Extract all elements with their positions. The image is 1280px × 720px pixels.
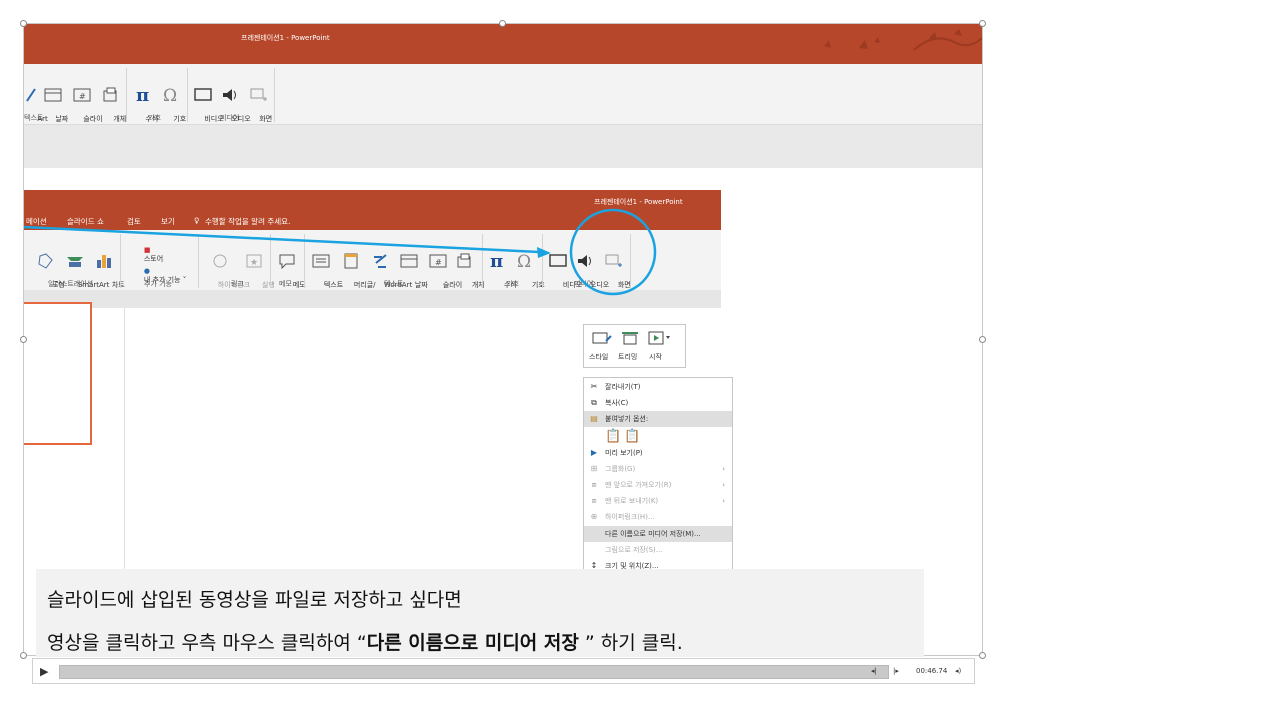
menu-item-save-as-picture[interactable]: 그림으로 저장(S)... (584, 542, 732, 558)
menu-item-hyperlink[interactable]: ⊕ 하이퍼링크(H)... (584, 509, 732, 525)
resize-handle[interactable] (20, 652, 27, 659)
submenu-arrow-icon: › (722, 465, 725, 473)
start-icon[interactable] (648, 330, 672, 349)
paste-options-icon[interactable]: 📋 (605, 429, 621, 445)
scissors-icon: ✂ (590, 382, 598, 391)
hyperlink-icon: ⊕ (590, 512, 598, 521)
menu-item-save-media-as[interactable]: 다른 이름으로 미디어 저장(M)... (584, 526, 732, 542)
copy-icon: ⧉ (591, 398, 597, 407)
video-mini-toolbar: 스타일 트리밍 시작 (583, 324, 686, 368)
paste-icon: ▤ (590, 414, 598, 423)
resize-handle[interactable] (499, 20, 506, 27)
paste-options-row[interactable]: 📋 📋 (584, 427, 732, 447)
menu-item-preview[interactable]: ▶ 미리 보기(P) (584, 445, 732, 461)
play-icon: ▶ (590, 448, 598, 457)
media-player-bar: ▶ ◂| |▸ 00:46.74 ◂) (32, 658, 975, 684)
menu-header-paste-options: ▤ 붙여넣기 옵션: (584, 411, 732, 427)
video-frame[interactable]: 프레젠테이션1 - PowerPoint Art 날짜 및 시간 # 슬라이 드… (23, 23, 983, 656)
caption-line-1: 슬라이드에 삽입된 동영상을 파일로 저장하고 싶다면 (47, 589, 462, 611)
trim-button[interactable]: 트리밍 (618, 352, 637, 362)
menu-item-cut[interactable]: ✂ 잘라내기(T) (584, 379, 732, 395)
caption-line-2-pre: 영상을 클릭하고 우측 마우스 클릭하여 “ (47, 632, 367, 654)
resize-handle[interactable] (979, 20, 986, 27)
caption-line-2-bold: 다른 이름으로 미디어 저장 (366, 632, 579, 654)
style-button[interactable]: 스타일 (589, 352, 608, 362)
menu-item-copy[interactable]: ⧉ 복사(C) (584, 395, 732, 411)
instruction-caption: 슬라이드에 삽입된 동영상을 파일로 저장하고 싶다면 영상을 클릭하고 우측 … (36, 569, 924, 657)
resize-handle[interactable] (20, 336, 27, 343)
resize-handle[interactable] (979, 336, 986, 343)
step-forward-button[interactable]: |▸ (893, 667, 899, 675)
caption-line-2-post: ” 하기 클릭. (578, 632, 683, 654)
play-button[interactable]: ▶ (40, 665, 48, 678)
video-style-icon[interactable] (592, 330, 612, 349)
menu-item-bring-front[interactable]: ⧈ 맨 앞으로 가져오기(R) › (584, 477, 732, 493)
context-menu: ✂ 잘라내기(T) ⧉ 복사(C) ▤ 붙여넣기 옵션: 📋 📋 ▶ 미리 보기… (583, 377, 733, 572)
seek-bar[interactable] (59, 665, 889, 679)
bring-front-icon: ⧈ (591, 480, 597, 489)
send-back-icon: ⧈ (591, 496, 597, 505)
trim-icon[interactable] (621, 330, 641, 349)
submenu-arrow-icon: › (722, 481, 725, 489)
menu-item-send-back[interactable]: ⧈ 맨 뒤로 보내기(K) › (584, 493, 732, 509)
start-button[interactable]: 시작 (649, 352, 662, 362)
time-display: 00:46.74 (916, 667, 948, 675)
volume-icon[interactable]: ◂) (955, 667, 961, 675)
caption-line-2: 영상을 클릭하고 우측 마우스 클릭하여 “다른 이름으로 미디어 저장 ” 하… (47, 628, 683, 655)
annotation-arrow-icon (24, 208, 657, 296)
resize-handle[interactable] (979, 652, 986, 659)
step-back-button[interactable]: ◂| (871, 667, 877, 675)
paste-picture-icon[interactable]: 📋 (624, 429, 640, 445)
resize-handle[interactable] (20, 20, 27, 27)
submenu-arrow-icon: › (722, 497, 725, 505)
group-icon: ⊞ (590, 464, 598, 473)
menu-item-group[interactable]: ⊞ 그룹화(G) › (584, 461, 732, 477)
